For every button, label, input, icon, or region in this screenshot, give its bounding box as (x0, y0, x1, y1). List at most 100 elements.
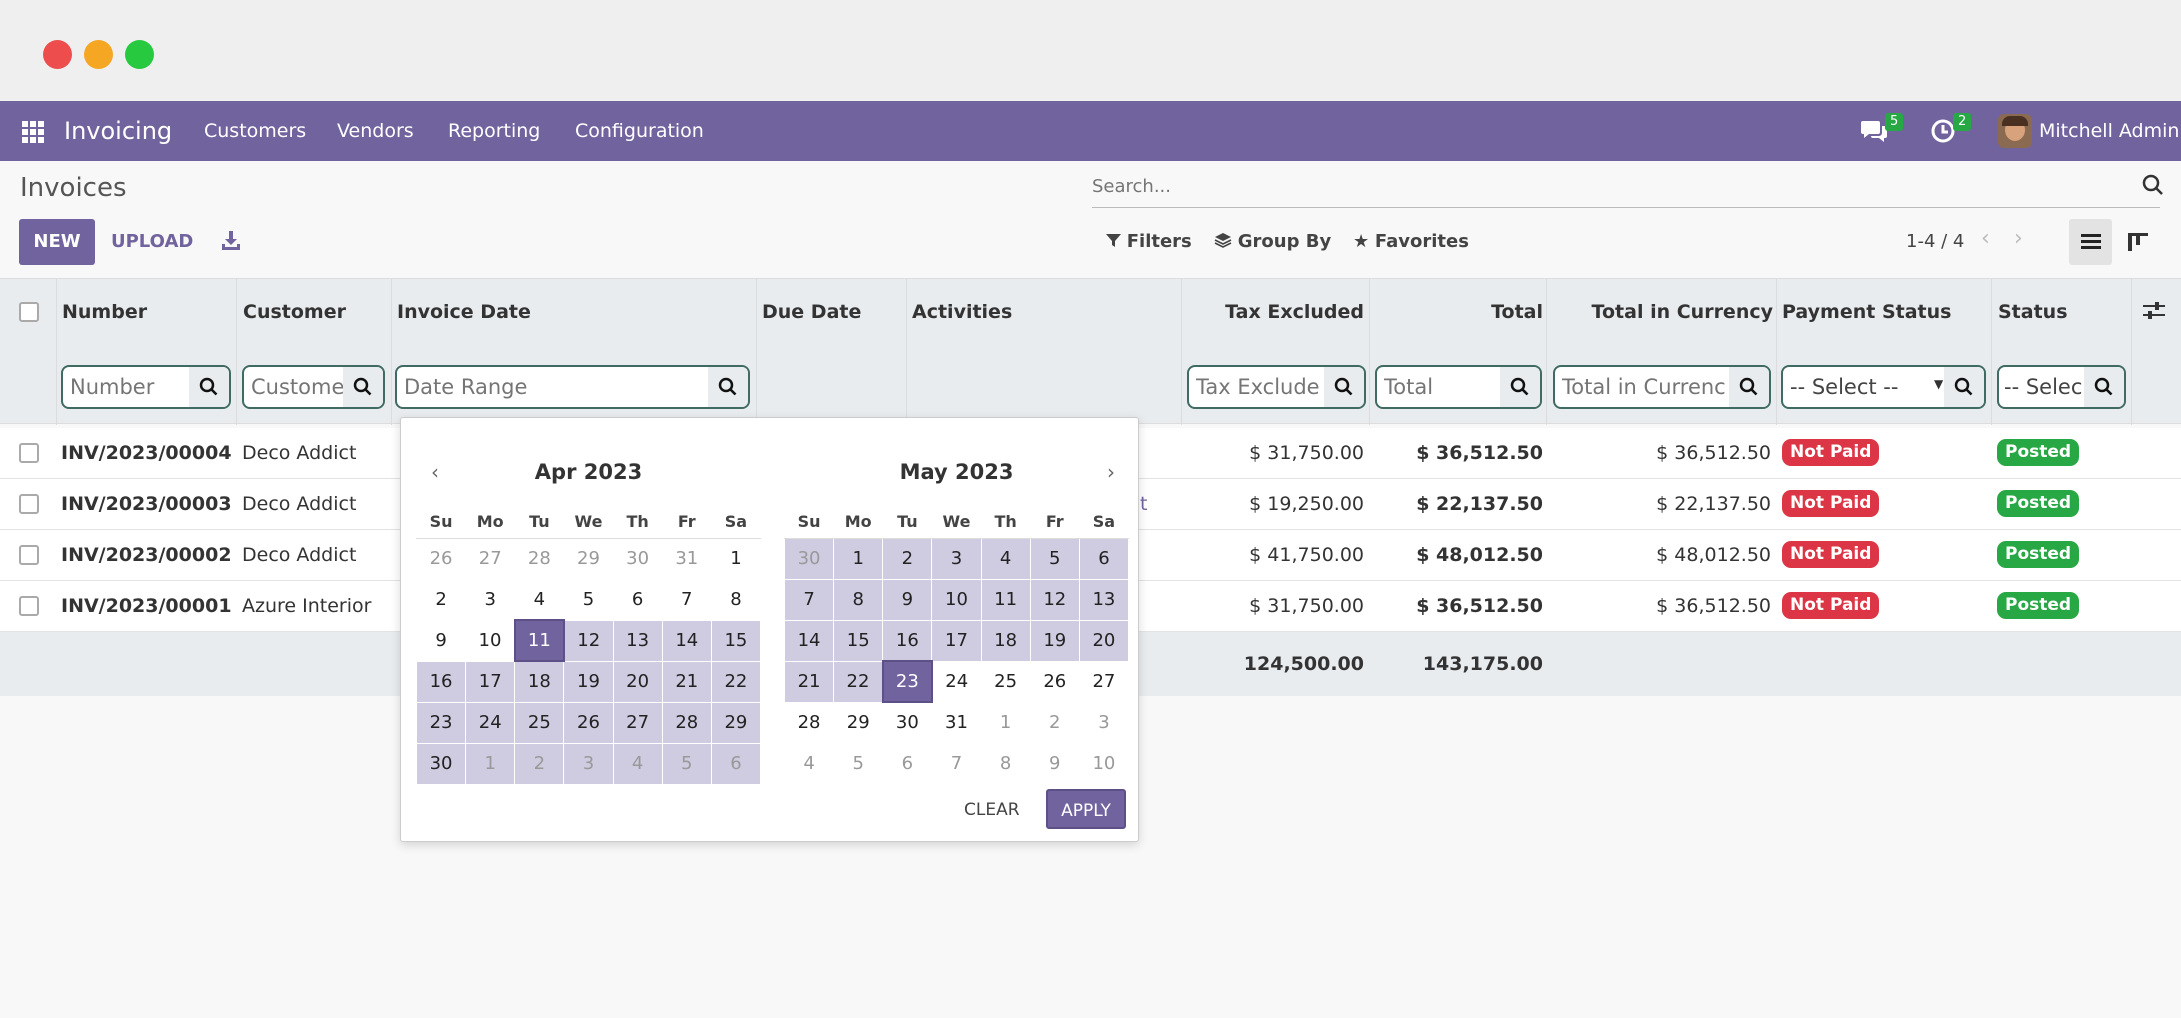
search-icon[interactable] (189, 367, 229, 407)
menu-configuration[interactable]: Configuration (575, 101, 704, 161)
calendar-day[interactable]: 7 (931, 742, 982, 785)
calendar-day[interactable]: 2 (882, 537, 933, 580)
filters-button[interactable]: Filters (1106, 231, 1192, 252)
download-icon[interactable] (220, 229, 242, 255)
user-avatar[interactable] (1998, 114, 2032, 148)
calendar-day[interactable]: 11 (980, 578, 1031, 621)
calendar-day[interactable]: 11 (513, 619, 565, 662)
calendar-day[interactable]: 6 (710, 742, 762, 785)
menu-customers[interactable]: Customers (204, 101, 306, 161)
column-due-date[interactable]: Due Date (762, 301, 861, 323)
calendar-day[interactable]: 4 (783, 742, 835, 785)
calendar-day[interactable]: 28 (514, 537, 565, 580)
calendar-day[interactable]: 6 (1078, 537, 1130, 580)
calendar-day[interactable]: 8 (833, 578, 884, 621)
calendar-day[interactable]: 3 (1078, 701, 1130, 744)
column-total-in-currency[interactable]: Total in Currency (1592, 301, 1773, 323)
calendar-day[interactable]: 10 (931, 578, 982, 621)
calendar-day[interactable]: 15 (710, 619, 762, 662)
search-input[interactable] (1092, 166, 2092, 206)
calendar-day[interactable]: 14 (783, 619, 835, 662)
calendar-day[interactable]: 17 (931, 619, 982, 662)
minimize-window-button[interactable] (84, 40, 113, 69)
upload-button[interactable]: UPLOAD (111, 231, 193, 252)
calendar-day[interactable]: 23 (415, 701, 467, 744)
column-number[interactable]: Number (62, 301, 147, 323)
calendar-day[interactable]: 13 (1078, 578, 1130, 621)
list-view-button[interactable] (2069, 219, 2112, 265)
calendar-day[interactable]: 23 (881, 660, 933, 703)
calendar-day[interactable]: 27 (465, 537, 516, 580)
calendar-day[interactable]: 1 (980, 701, 1031, 744)
calendar-day[interactable]: 29 (833, 701, 884, 744)
new-button[interactable]: NEW (19, 219, 95, 265)
calendar-day[interactable]: 30 (612, 537, 663, 580)
calendar-day[interactable]: 9 (882, 578, 933, 621)
calendar-day[interactable]: 18 (980, 619, 1031, 662)
search-icon[interactable] (708, 367, 748, 407)
calendar-day[interactable]: 20 (1078, 619, 1130, 662)
calendar-day[interactable]: 2 (514, 742, 565, 785)
calendar-day[interactable]: 2 (415, 578, 467, 621)
calendar-day[interactable]: 12 (563, 619, 614, 662)
calendar-day[interactable]: 4 (612, 742, 663, 785)
row-checkbox[interactable] (19, 545, 39, 565)
pager-next-icon[interactable]: › (2014, 226, 2023, 251)
search-icon[interactable] (1324, 367, 1364, 407)
calendar-day[interactable]: 22 (833, 660, 884, 703)
pager-value[interactable]: 1-4 / 4 (1906, 231, 1964, 252)
calendar-day[interactable]: 5 (661, 742, 712, 785)
calendar-day[interactable]: 24 (931, 660, 982, 703)
calendar-day[interactable]: 31 (931, 701, 982, 744)
favorites-button[interactable]: ★ Favorites (1353, 231, 1469, 252)
row-checkbox[interactable] (19, 596, 39, 616)
app-name[interactable]: Invoicing (64, 101, 172, 161)
calendar-day[interactable]: 5 (563, 578, 614, 621)
group-by-button[interactable]: Group By (1214, 231, 1331, 252)
payment-status-select[interactable]: -- Select -- (1790, 375, 1898, 399)
calendar-day[interactable]: 16 (882, 619, 933, 662)
calendar-day[interactable]: 5 (1029, 537, 1080, 580)
close-window-button[interactable] (43, 40, 72, 69)
calendar-day[interactable]: 5 (833, 742, 884, 785)
messages-icon[interactable] (1860, 118, 1888, 148)
calendar-day[interactable]: 10 (465, 619, 516, 662)
column-status[interactable]: Status (1998, 301, 2068, 323)
calendar-day[interactable]: 26 (563, 701, 614, 744)
search-icon[interactable] (1729, 367, 1769, 407)
calendar-day[interactable]: 12 (1029, 578, 1080, 621)
column-invoice-date[interactable]: Invoice Date (397, 301, 531, 323)
calendar-day[interactable]: 18 (514, 660, 565, 703)
search-icon[interactable] (343, 367, 383, 407)
select-all-checkbox[interactable] (19, 302, 39, 322)
optional-columns-icon[interactable] (2143, 301, 2165, 325)
calendar-day[interactable]: 26 (415, 537, 467, 580)
calendar-day[interactable]: 15 (833, 619, 884, 662)
calendar-day[interactable]: 27 (1078, 660, 1130, 703)
apply-button[interactable]: APPLY (1046, 789, 1126, 829)
calendar-day[interactable]: 22 (710, 660, 762, 703)
calendar-day[interactable]: 1 (710, 537, 762, 580)
calendar-day[interactable]: 7 (661, 578, 712, 621)
calendar-day[interactable]: 3 (563, 742, 614, 785)
calendar-day[interactable]: 29 (563, 537, 614, 580)
calendar-day[interactable]: 3 (465, 578, 516, 621)
menu-vendors[interactable]: Vendors (337, 101, 414, 161)
column-customer[interactable]: Customer (243, 301, 346, 323)
status-select[interactable]: -- Selec (2004, 375, 2082, 399)
pager-previous-icon[interactable]: ‹ (1981, 226, 1990, 251)
menu-reporting[interactable]: Reporting (448, 101, 540, 161)
row-checkbox[interactable] (19, 443, 39, 463)
calendar-day[interactable]: 9 (1029, 742, 1080, 785)
calendar-day[interactable]: 16 (415, 660, 467, 703)
filter-date-range-input[interactable] (397, 367, 748, 407)
calendar-day[interactable]: 29 (710, 701, 762, 744)
calendar-day[interactable]: 6 (612, 578, 663, 621)
user-name[interactable]: Mitchell Admin (2039, 101, 2179, 161)
calendar-day[interactable]: 25 (514, 701, 565, 744)
calendar-day[interactable]: 7 (783, 578, 835, 621)
calendar-day[interactable]: 8 (710, 578, 762, 621)
calendar-day[interactable]: 28 (661, 701, 712, 744)
calendar-day[interactable]: 28 (783, 701, 835, 744)
calendar-day[interactable]: 24 (465, 701, 516, 744)
